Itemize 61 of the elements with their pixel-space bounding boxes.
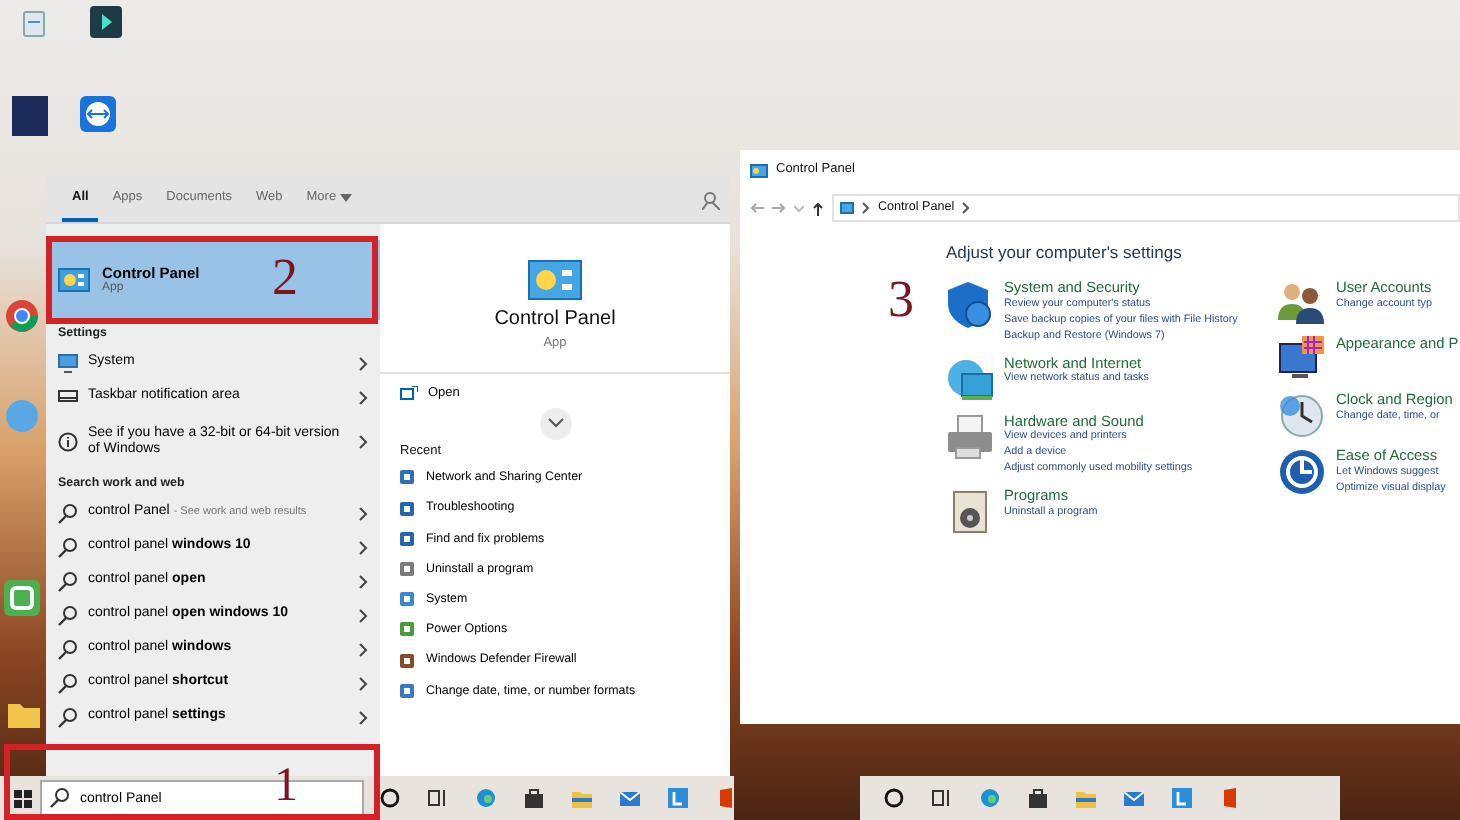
search-icon xyxy=(58,503,78,523)
info-icon xyxy=(58,432,78,452)
open-window-icon xyxy=(400,386,418,401)
chevron-icon xyxy=(358,434,368,450)
chevron-icon xyxy=(358,539,368,555)
search-icon xyxy=(50,788,70,808)
circle-icon[interactable] xyxy=(380,788,400,808)
step-number: 3 xyxy=(888,274,914,326)
back-arrow-icon[interactable] xyxy=(750,202,764,214)
search-icon xyxy=(58,673,78,693)
clock-icon xyxy=(1278,392,1326,441)
office-icon[interactable] xyxy=(1220,788,1240,808)
expand-button[interactable] xyxy=(539,407,571,440)
taskbar-icon xyxy=(58,387,78,407)
browser-icon[interactable] xyxy=(980,788,1000,808)
folder-icon[interactable] xyxy=(572,788,592,808)
search-icon xyxy=(58,605,78,625)
control-panel-icon xyxy=(528,260,582,300)
folder-icon[interactable] xyxy=(1076,788,1096,808)
app-title: Control Panel xyxy=(492,308,618,332)
applet-icon xyxy=(400,470,414,485)
step-number: 2 xyxy=(272,252,298,304)
app-tile-icon[interactable] xyxy=(668,788,688,808)
app-shortcut-icon[interactable] xyxy=(4,580,40,620)
chevron-icon xyxy=(358,709,368,725)
search-icon xyxy=(58,639,78,659)
browser-icon[interactable] xyxy=(476,788,496,808)
chevron-icon xyxy=(862,202,870,214)
control-panel-icon xyxy=(750,163,768,177)
chevron-icon xyxy=(358,355,368,371)
shield-icon xyxy=(946,280,994,329)
chevron-icon xyxy=(358,607,368,623)
chevron-icon xyxy=(962,202,971,214)
chevron-icon xyxy=(358,573,368,589)
control-panel-icon xyxy=(58,268,90,292)
up-arrow-icon[interactable] xyxy=(812,201,824,215)
printer-icon xyxy=(946,413,994,462)
app-tile-icon[interactable] xyxy=(1172,788,1192,808)
mail-icon[interactable] xyxy=(620,788,640,808)
control-panel-icon xyxy=(840,202,854,214)
chevron-icon xyxy=(358,505,368,521)
task-view-icon[interactable] xyxy=(428,788,448,808)
chevron-icon xyxy=(358,641,368,657)
search-icon xyxy=(58,707,78,727)
chevron-down-icon xyxy=(547,418,563,429)
chevron-icon xyxy=(358,389,368,405)
store-bag-icon[interactable] xyxy=(524,788,544,808)
forward-arrow-icon[interactable] xyxy=(772,202,786,214)
search-icon xyxy=(58,537,78,557)
monitor-icon xyxy=(58,353,78,373)
app-shortcut-icon[interactable] xyxy=(80,96,116,136)
circle-icon[interactable] xyxy=(884,788,904,808)
windows-start-icon[interactable] xyxy=(14,789,32,807)
chevron-icon xyxy=(358,675,368,691)
task-view-icon[interactable] xyxy=(932,788,952,808)
mail-icon[interactable] xyxy=(1124,788,1144,808)
search-icon xyxy=(58,571,78,591)
accessibility-icon xyxy=(1278,448,1326,497)
users-icon xyxy=(1278,280,1326,329)
store-bag-icon[interactable] xyxy=(1028,788,1048,808)
page-heading: Adjust your computer's settings xyxy=(946,242,1184,263)
